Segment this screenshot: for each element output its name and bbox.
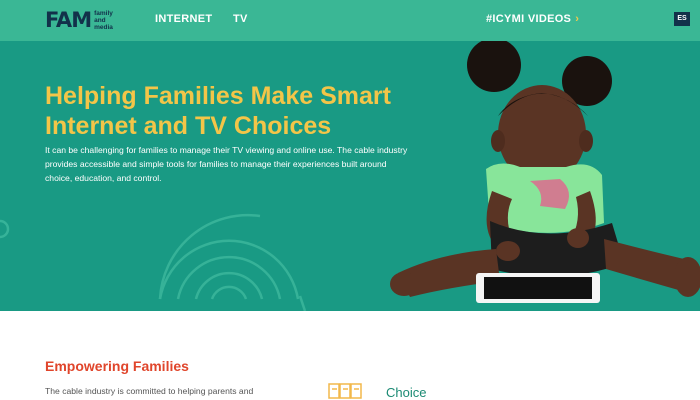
language-toggle-button[interactable]: ES xyxy=(674,12,690,26)
logo-word-media: media xyxy=(94,23,113,31)
section-intro-text: The cable industry is committed to helpi… xyxy=(45,386,254,396)
nav-link-tv[interactable]: TV xyxy=(233,13,248,25)
hero-banner: Helping Families Make Smart Internet and… xyxy=(0,41,700,311)
nav-link-icymi-videos[interactable]: #ICYMI VIDEOS › xyxy=(486,13,579,25)
top-navigation-bar: FAM family and media INTERNET TV #ICYMI … xyxy=(0,0,700,41)
chevron-right-icon: › xyxy=(575,13,580,25)
logo-word-and: and xyxy=(94,16,106,24)
icymi-label: #ICYMI VIDEOS xyxy=(486,13,572,25)
section-title: Empowering Families xyxy=(45,358,189,374)
logo-word-family: family xyxy=(94,9,113,17)
documents-icon xyxy=(328,383,362,399)
nav-link-internet[interactable]: INTERNET xyxy=(155,13,212,25)
feature-choice-label: Choice xyxy=(386,385,427,400)
logo-wordmark: family and media xyxy=(94,10,113,31)
child-with-tablet-image xyxy=(390,41,700,303)
fam-logo[interactable]: FAM family and media xyxy=(45,8,113,32)
logo-mark: FAM xyxy=(45,8,92,32)
